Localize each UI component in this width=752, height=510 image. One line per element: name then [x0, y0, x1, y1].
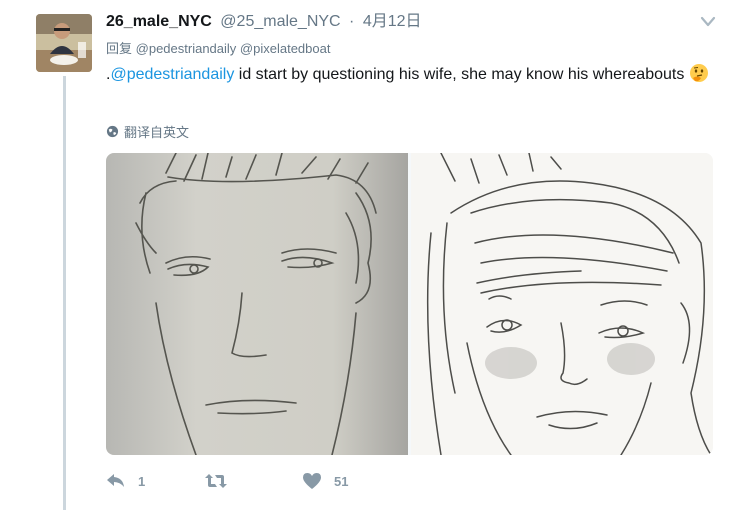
text-body: id start by questioning his wife, she ma… — [234, 66, 685, 83]
header-separator: · — [349, 13, 355, 30]
timestamp[interactable]: 4月12日 — [363, 13, 422, 30]
like-button[interactable]: 51 — [302, 472, 348, 490]
reply-prefix: 回复 — [106, 41, 133, 56]
media-grid — [106, 153, 713, 455]
retweet-button[interactable] — [204, 472, 240, 490]
mention-link[interactable]: @pedestriandaily — [110, 66, 234, 83]
translate-label: 翻译自英文 — [124, 125, 190, 140]
chevron-down-icon[interactable] — [700, 16, 716, 28]
reply-button[interactable]: 1 — [106, 472, 145, 490]
translate-link[interactable]: 翻译自英文 — [106, 122, 189, 141]
reply-to-link[interactable]: @pedestriandaily — [136, 41, 237, 56]
globe-icon — [106, 125, 119, 138]
reply-count: 1 — [138, 473, 146, 489]
avatar[interactable] — [36, 14, 92, 72]
like-count: 51 — [334, 473, 349, 489]
media-photo[interactable] — [106, 153, 408, 455]
media-photo[interactable] — [411, 153, 713, 455]
tweet-header: 26_male_NYC @25_male_NYC · 4月12日 — [106, 12, 422, 32]
reply-context: 回复 @pedestriandaily @pixelatedboat — [106, 38, 330, 57]
reply-icon — [107, 474, 124, 487]
thinking-face-icon — [689, 63, 709, 90]
retweet-icon — [205, 474, 227, 488]
heart-icon — [303, 473, 321, 489]
reply-to-link[interactable]: @pixelatedboat — [240, 41, 331, 56]
display-name[interactable]: 26_male_NYC — [106, 13, 212, 30]
thread-line — [63, 76, 66, 510]
tweet-text: .@pedestriandaily id start by questionin… — [106, 63, 726, 90]
user-handle[interactable]: @25_male_NYC — [220, 13, 340, 30]
